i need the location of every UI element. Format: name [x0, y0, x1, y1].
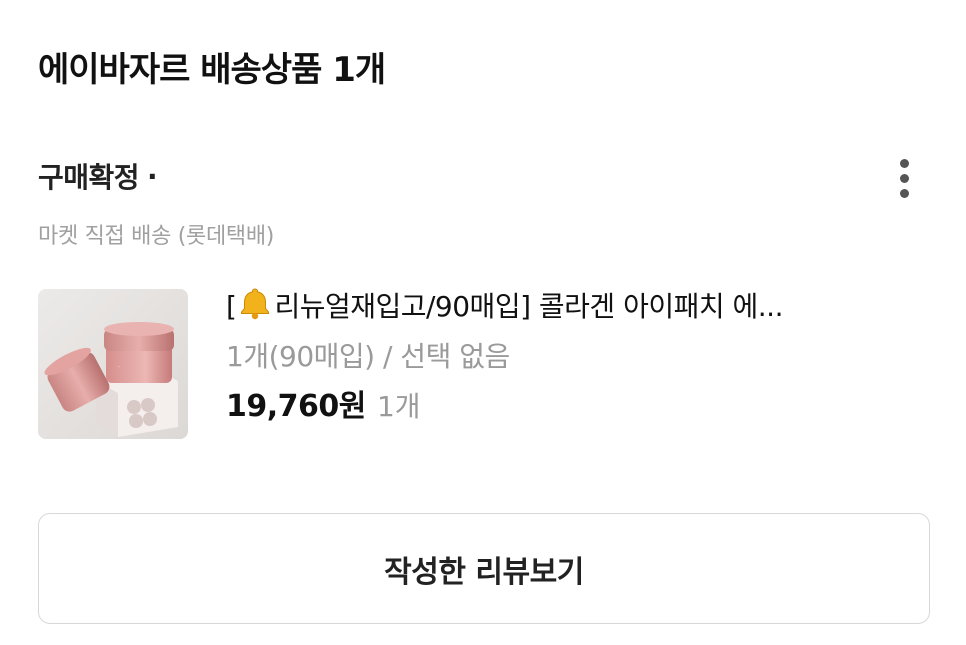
product-option: 1개(90매입) / 선택 없음 — [226, 340, 510, 373]
product-name-prefix: [ — [226, 290, 237, 323]
status-separator: · — [147, 159, 158, 193]
more-vertical-icon — [899, 188, 909, 198]
more-vertical-icon — [899, 173, 909, 183]
order-card: 에이바자르 배송상품 1개 구매확정 · 마켓 직접 배송 (롯데택배) · [… — [0, 0, 966, 645]
price-row: 19,760원 1개 — [226, 387, 926, 431]
order-status-row: 구매확정 · — [38, 156, 158, 196]
product-jar-image: · — [38, 289, 188, 439]
product-price: 19,760원 — [226, 389, 366, 424]
product-thumbnail[interactable]: · — [38, 289, 188, 439]
product-quantity: 1개 — [376, 390, 421, 423]
section-title: 에이바자르 배송상품 1개 — [38, 50, 386, 90]
product-info: [ 리뉴얼재입고/90매입] 콜라겐 아이패치 에... 1개(90매입) / 선… — [226, 286, 926, 431]
product-name[interactable]: [ 리뉴얼재입고/90매입] 콜라겐 아이패치 에... — [226, 286, 916, 327]
view-review-button[interactable]: 작성한 리뷰보기 — [38, 513, 930, 624]
shipping-info: 마켓 직접 배송 (롯데택배) — [38, 224, 275, 249]
more-vertical-icon — [899, 158, 909, 168]
more-options-button[interactable] — [890, 154, 918, 202]
product-name-text: 리뉴얼재입고/90매입] 콜라겐 아이패치 에... — [274, 290, 783, 323]
order-status: 구매확정 — [38, 161, 140, 194]
jar-label: · — [118, 364, 120, 371]
bell-icon — [241, 288, 270, 320]
